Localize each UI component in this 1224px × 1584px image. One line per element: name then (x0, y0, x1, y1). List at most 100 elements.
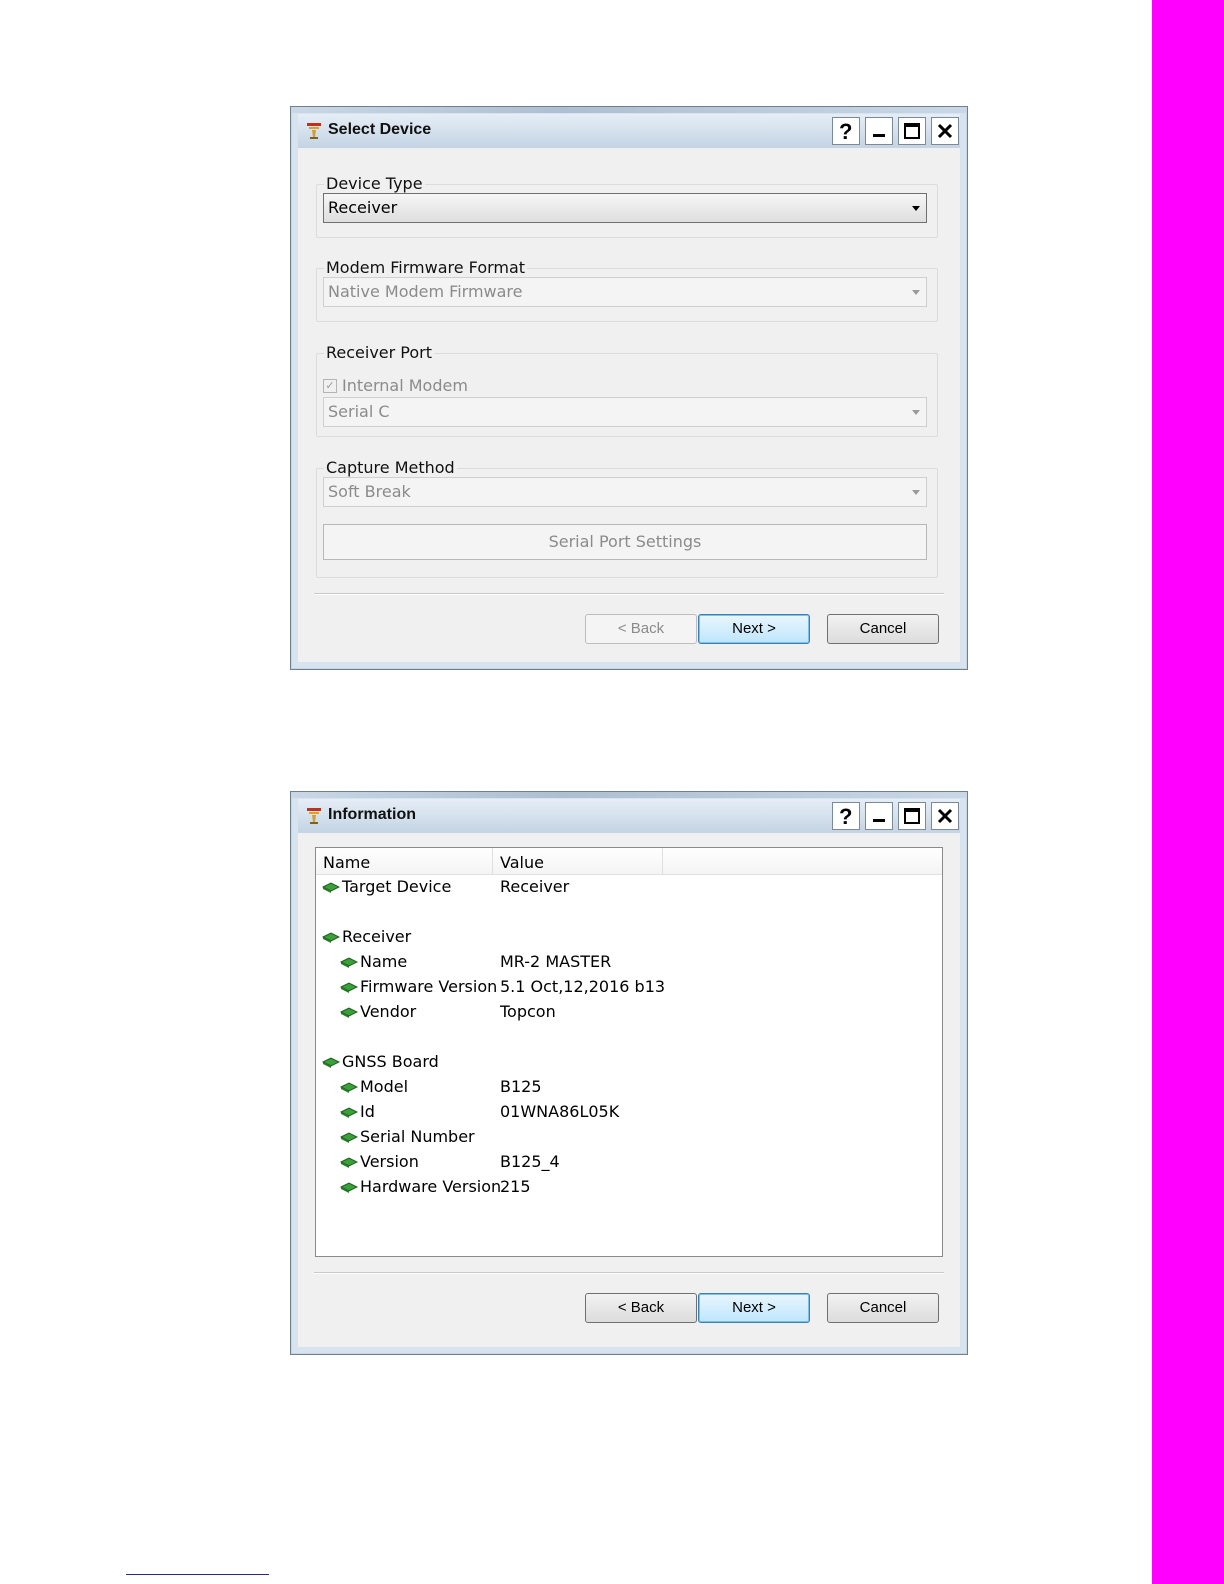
green-gem-icon (340, 1156, 358, 1168)
green-gem-icon (322, 1056, 340, 1068)
checkmark-icon: ✓ (323, 378, 337, 393)
list-item-value: B125_4 (500, 1152, 560, 1171)
close-icon (937, 808, 953, 824)
list-item-label: GNSS Board (342, 1052, 439, 1071)
separator (314, 1272, 944, 1274)
list-item-value: Receiver (500, 877, 570, 896)
list-item-name: Id (340, 1102, 375, 1121)
title-bar[interactable]: Select Device ? (298, 114, 960, 148)
list-item-value: 215 (500, 1177, 531, 1196)
back-button[interactable]: < Back (585, 1293, 697, 1323)
green-gem-icon (340, 1181, 358, 1193)
back-button[interactable]: < Back (585, 614, 697, 644)
help-button[interactable]: ? (832, 117, 860, 145)
chevron-down-icon (912, 490, 920, 495)
cancel-button[interactable]: Cancel (827, 1293, 939, 1323)
list-item-label: Id (360, 1102, 375, 1121)
minimize-icon (873, 134, 885, 137)
cancel-label: Cancel (859, 1299, 907, 1316)
close-button[interactable] (931, 117, 959, 145)
help-icon: ? (839, 805, 852, 827)
column-header-name[interactable]: Name (316, 848, 493, 874)
capture-method-label: Capture Method (324, 458, 457, 477)
close-button[interactable] (931, 802, 959, 830)
chevron-down-icon (912, 290, 920, 295)
next-button[interactable]: Next > (698, 614, 810, 644)
modem-firmware-format-select[interactable]: Native Modem Firmware (323, 277, 927, 307)
green-gem-icon (322, 881, 340, 893)
info-list-view[interactable]: Name Value Target Device Receiver Receiver… (315, 847, 943, 1257)
back-label: < Back (617, 620, 665, 637)
list-item-name: Vendor (340, 1002, 416, 1021)
cancel-label: Cancel (859, 620, 907, 637)
next-label: Next > (732, 1299, 776, 1316)
window-title: Information (328, 806, 416, 823)
capture-method-group: Capture Method Soft Break Serial Port Se… (316, 458, 938, 578)
device-type-value: Receiver (328, 198, 398, 217)
device-type-select[interactable]: Receiver (323, 193, 927, 223)
app-logo-icon (307, 123, 321, 139)
list-item-name: Hardware Version (340, 1177, 501, 1196)
list-item-label: Receiver (342, 927, 412, 946)
separator (314, 593, 944, 595)
title-bar[interactable]: Information ? (298, 799, 960, 833)
select-device-dialog: Select Device ? Device Type Receiver Mod… (290, 106, 968, 670)
list-item-value: MR-2 MASTER (500, 952, 612, 971)
svg-text:?: ? (839, 805, 852, 827)
list-item-label: Target Device (342, 877, 452, 896)
list-item-name: Target Device (322, 877, 451, 896)
green-gem-icon (340, 1081, 358, 1093)
list-item-label: Name (360, 952, 408, 971)
modem-firmware-format-group: Modem Firmware Format Native Modem Firmw… (316, 258, 938, 322)
modem-firmware-format-value: Native Modem Firmware (328, 282, 523, 301)
green-gem-icon (340, 956, 358, 968)
list-header: Name Value (316, 848, 942, 875)
column-header-value[interactable]: Value (493, 848, 663, 874)
capture-method-select[interactable]: Soft Break (323, 477, 927, 507)
list-item-name: Receiver (322, 927, 411, 946)
serial-port-settings-button[interactable]: Serial Port Settings (323, 524, 927, 560)
capture-method-value: Soft Break (328, 482, 411, 501)
minimize-button[interactable] (865, 802, 893, 830)
list-item-label: Vendor (360, 1002, 417, 1021)
footnote-rule (126, 1574, 269, 1575)
device-type-group: Device Type Receiver (316, 174, 938, 238)
list-item-name: Model (340, 1077, 408, 1096)
receiver-port-select[interactable]: Serial C (323, 397, 927, 427)
chevron-down-icon (912, 206, 920, 211)
maximize-button[interactable] (898, 802, 926, 830)
maximize-icon (904, 123, 920, 139)
next-button[interactable]: Next > (698, 1293, 810, 1323)
list-item-label: Version (360, 1152, 419, 1171)
device-type-label: Device Type (324, 174, 425, 193)
app-logo-icon (307, 808, 321, 824)
list-item-label: Model (360, 1077, 409, 1096)
receiver-port-value: Serial C (328, 402, 390, 421)
minimize-icon (873, 819, 885, 822)
modem-firmware-format-label: Modem Firmware Format (324, 258, 528, 277)
green-gem-icon (322, 931, 340, 943)
maximize-button[interactable] (898, 117, 926, 145)
information-dialog: Information ? Name Value Target Device Re… (290, 791, 968, 1355)
chevron-down-icon (912, 410, 920, 415)
help-button[interactable]: ? (832, 802, 860, 830)
dialog-body: Name Value Target Device Receiver Receiver… (298, 833, 960, 1347)
list-item-value: 01WNA86L05K (500, 1102, 620, 1121)
svg-text:?: ? (839, 120, 852, 142)
internal-modem-checkbox[interactable]: ✓ Internal Modem (323, 376, 468, 395)
receiver-port-group: Receiver Port ✓ Internal Modem Serial C (316, 343, 938, 437)
close-icon (937, 123, 953, 139)
list-item-name: GNSS Board (322, 1052, 439, 1071)
list-item-name: Version (340, 1152, 419, 1171)
list-item-name: Name (340, 952, 407, 971)
list-item-name: Firmware Version (340, 977, 497, 996)
list-item-label: Firmware Version (360, 977, 498, 996)
green-gem-icon (340, 1006, 358, 1018)
minimize-button[interactable] (865, 117, 893, 145)
help-icon: ? (839, 120, 852, 142)
maximize-icon (904, 808, 920, 824)
green-gem-icon (340, 1106, 358, 1118)
green-gem-icon (340, 1131, 358, 1143)
cancel-button[interactable]: Cancel (827, 614, 939, 644)
receiver-port-label: Receiver Port (324, 343, 435, 362)
